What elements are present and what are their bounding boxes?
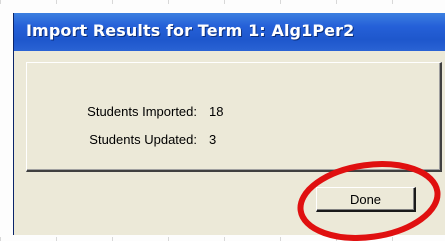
dialog-title: Import Results for Term 1: Alg1Per2: [26, 21, 355, 40]
results-panel: Students Imported: 18 Students Updated: …: [26, 62, 442, 172]
students-updated-label: Students Updated:: [89, 132, 197, 147]
screen: Import Results for Term 1: Alg1Per2 Stud…: [0, 0, 445, 241]
background-ruler-top: [0, 0, 445, 4]
students-imported-value: 18: [209, 104, 224, 119]
import-results-dialog: Import Results for Term 1: Alg1Per2 Stud…: [13, 13, 445, 235]
background-ruler-bottom: [0, 237, 445, 241]
students-imported-label: Students Imported:: [87, 104, 197, 119]
done-button[interactable]: Done: [316, 187, 416, 212]
dialog-titlebar[interactable]: Import Results for Term 1: Alg1Per2: [14, 13, 445, 51]
students-updated-value: 3: [209, 132, 217, 147]
